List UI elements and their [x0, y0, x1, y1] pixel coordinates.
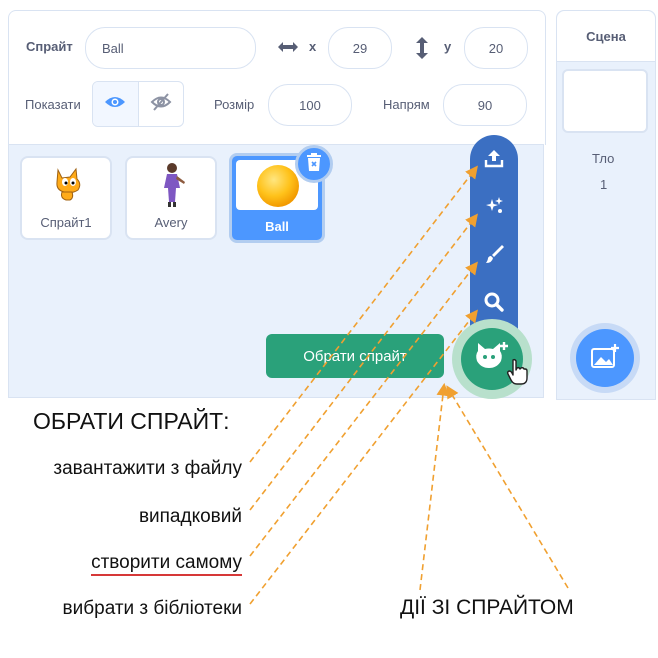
- eye-slash-icon: [150, 92, 172, 117]
- visibility-toggle: [92, 81, 184, 127]
- sprite-name: Avery: [154, 215, 188, 230]
- arrow-cat-button: [446, 385, 569, 589]
- cat-add-icon: [474, 341, 510, 378]
- cat-icon: [48, 164, 88, 209]
- size-input[interactable]: 100: [268, 84, 352, 126]
- upload-sprite-button[interactable]: [470, 147, 518, 174]
- paint-sprite-button[interactable]: [470, 243, 518, 270]
- person-icon: [157, 162, 187, 213]
- eye-icon: [104, 94, 126, 115]
- sprite-name-input[interactable]: Ball: [85, 27, 256, 69]
- surprise-sprite-button[interactable]: [470, 195, 518, 222]
- sprite-menu: [470, 135, 518, 335]
- image-add-icon: [590, 343, 620, 374]
- stage-thumbnail[interactable]: [562, 69, 648, 133]
- library-sprite-button[interactable]: [470, 291, 518, 318]
- upload-icon: [483, 147, 505, 174]
- annotation-upload: завантажити з файлу: [53, 458, 242, 479]
- direction-label: Напрям: [383, 97, 430, 112]
- sprite-name: Ball: [265, 219, 289, 234]
- x-input[interactable]: 29: [328, 27, 392, 69]
- choose-sprite-tooltip: Обрати спрайт: [266, 334, 444, 378]
- backdrops-count: 1: [600, 177, 608, 192]
- hand-cursor-icon: [506, 358, 528, 391]
- surprise-icon: [483, 195, 505, 222]
- show-button[interactable]: [93, 82, 139, 126]
- size-label: Розмір: [214, 97, 255, 112]
- horizontal-arrows-icon: [276, 37, 300, 62]
- sprite-name: Спрайт1: [40, 215, 92, 230]
- backdrops-label: Тло: [592, 151, 615, 166]
- stage-title: Сцена: [557, 11, 655, 62]
- choose-backdrop-button[interactable]: [576, 329, 634, 387]
- annotation-paint: створити самому: [91, 552, 242, 576]
- sprite-card-avery[interactable]: Avery: [125, 156, 217, 240]
- direction-input[interactable]: 90: [443, 84, 527, 126]
- sprite-card-sprite1[interactable]: Спрайт1: [20, 156, 112, 240]
- annotation-library: вибрати з бібліотеки: [62, 598, 242, 619]
- show-label: Показати: [25, 97, 81, 112]
- delete-sprite-button[interactable]: [295, 145, 333, 183]
- ball-icon: [256, 164, 300, 213]
- x-label: x: [309, 39, 317, 54]
- hide-button[interactable]: [139, 82, 184, 126]
- y-input[interactable]: 20: [464, 27, 528, 69]
- search-icon: [483, 291, 505, 318]
- annotation-actions: ДІЇ ЗІ СПРАЙТОМ: [400, 596, 574, 619]
- annotation-title: ОБРАТИ СПРАЙТ:: [33, 408, 230, 434]
- vertical-arrows-icon: [414, 35, 430, 66]
- y-label: y: [444, 39, 452, 54]
- trash-icon: [305, 152, 323, 177]
- arrow-tooltip: [419, 382, 450, 591]
- sprite-name-label: Спрайт: [26, 39, 73, 54]
- paint-icon: [483, 243, 505, 270]
- annotation-surprise: випадковий: [138, 506, 242, 527]
